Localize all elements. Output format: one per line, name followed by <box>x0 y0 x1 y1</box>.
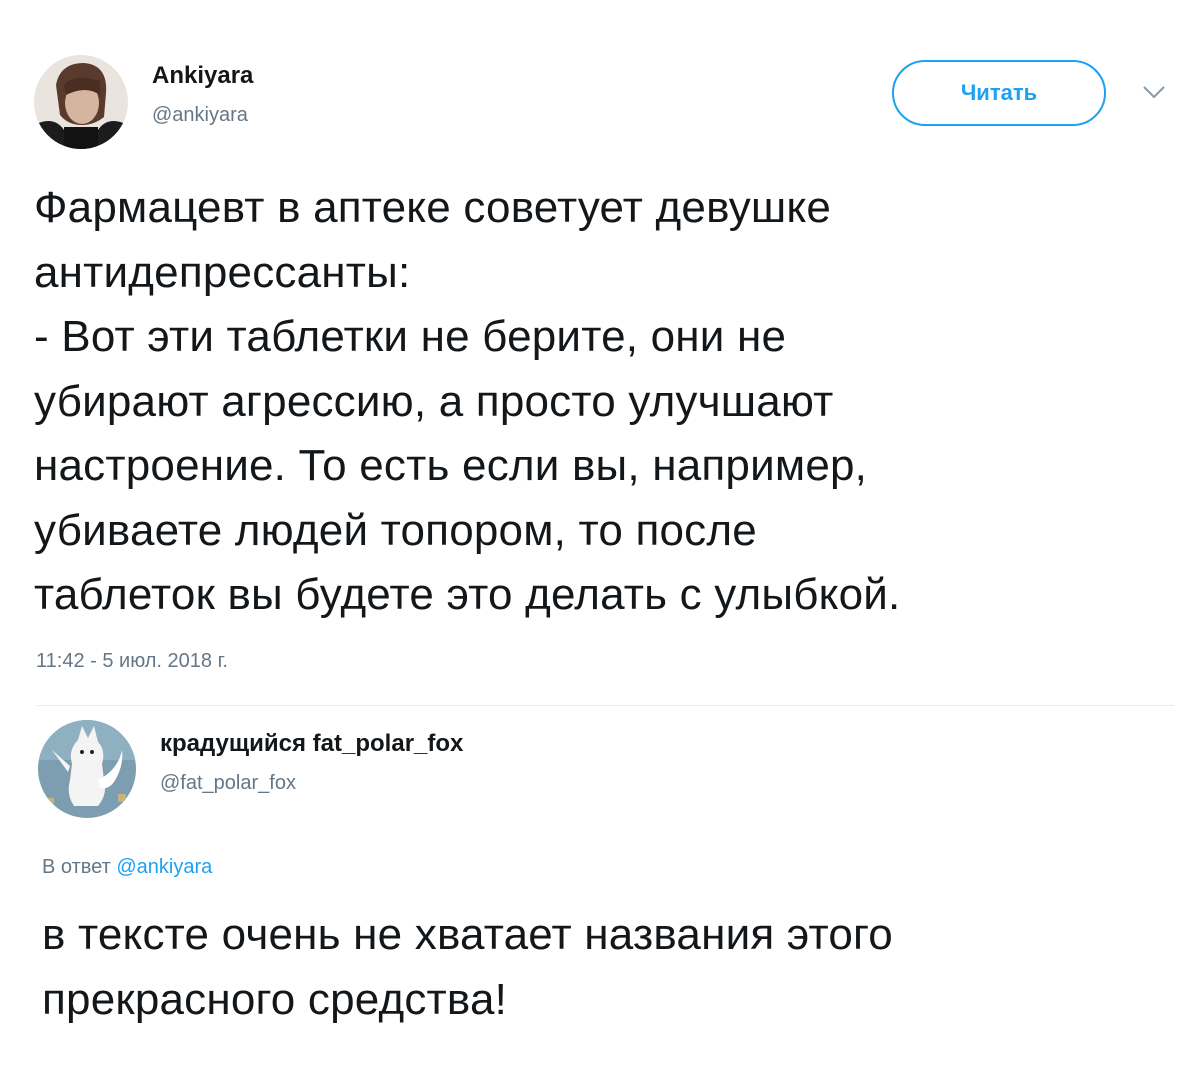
follow-button[interactable]: Читать <box>892 60 1106 126</box>
reply-context: В ответ @ankiyara <box>42 856 212 879</box>
reply-author-avatar[interactable] <box>38 720 136 818</box>
reply-author-handle[interactable]: @fat_polar_fox <box>160 772 296 795</box>
reply-author-display-name[interactable]: крадущийся fat_polar_fox <box>160 730 463 758</box>
tweet-timestamp[interactable]: 11:42 - 5 июл. 2018 г. <box>36 650 228 673</box>
reply-to-prefix: В ответ <box>42 856 111 878</box>
chevron-down-icon[interactable] <box>1140 82 1168 102</box>
tweet-text: Фармацевт в аптеке советует девушке анти… <box>34 183 901 619</box>
reply-to-handle-link[interactable]: @ankiyara <box>116 856 212 878</box>
author-handle[interactable]: @ankiyara <box>152 104 248 127</box>
author-display-name[interactable]: Ankiyara <box>152 62 253 90</box>
divider <box>36 705 1174 706</box>
reply-text: в тексте очень не хватает названия этого… <box>42 910 893 1024</box>
author-avatar[interactable] <box>34 55 128 149</box>
